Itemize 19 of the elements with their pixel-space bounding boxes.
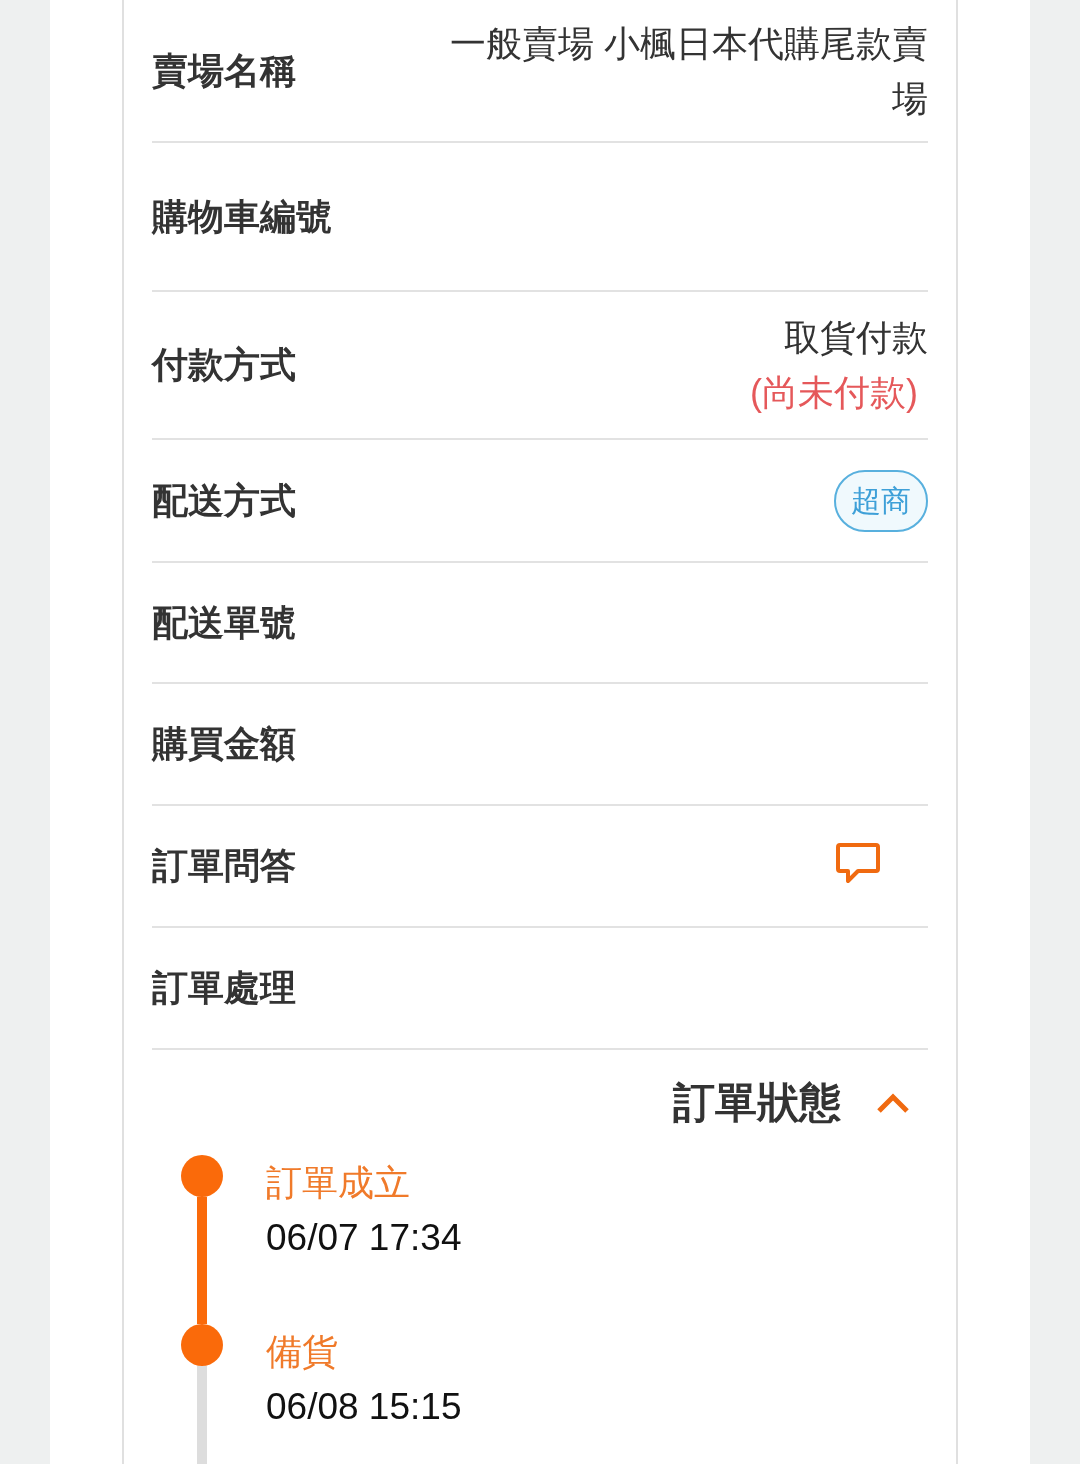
field-value: 一般賣場 小楓日本代購尾款賣場 — [449, 21, 928, 121]
order-status-title: 訂單狀態 — [673, 1077, 841, 1128]
step-time: 06/08 15:15 — [266, 1385, 462, 1429]
delivery-tag: 超商 — [834, 469, 928, 532]
chat-bubble-icon[interactable] — [836, 842, 880, 884]
field-label: 購買金額 — [152, 722, 296, 766]
field-label: 賣場名稱 — [152, 48, 296, 93]
step-label: 備貨 — [266, 1330, 339, 1374]
field-label: 付款方式 — [152, 343, 296, 387]
field-value: 取貨付款 — [784, 316, 928, 360]
chevron-up-icon[interactable] — [876, 1091, 910, 1114]
step-time: 06/07 17:34 — [266, 1216, 462, 1260]
field-label: 訂單處理 — [152, 966, 296, 1010]
field-label: 配送方式 — [152, 478, 296, 523]
field-label: 訂單問答 — [152, 844, 296, 888]
step-label: 訂單成立 — [266, 1161, 411, 1205]
field-label: 購物車編號 — [152, 194, 332, 239]
status-note: (尚未付款) — [750, 371, 919, 415]
field-label: 配送單號 — [152, 600, 296, 645]
